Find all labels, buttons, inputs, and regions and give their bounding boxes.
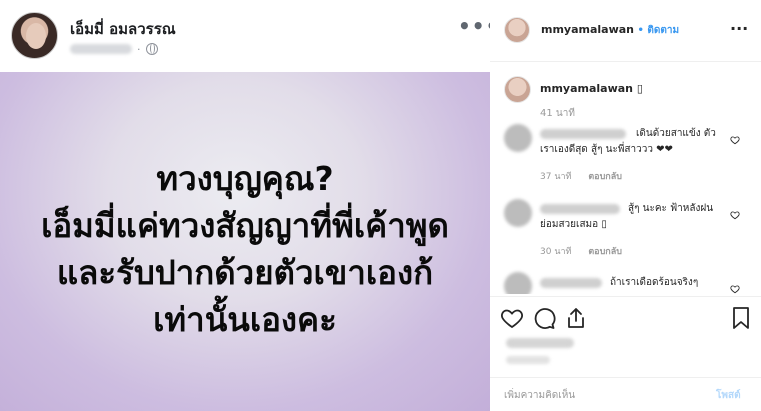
- commenter-avatar-blurred[interactable]: [504, 272, 532, 294]
- post-meta: ·: [70, 42, 158, 56]
- image-text-line: เท่านั้นเองคะ: [153, 300, 337, 339]
- comment-text: เดินด้วยสาแข้ง ตัวเราเองดีสุด สู้ๆ นะพี่…: [540, 128, 716, 155]
- profile-username[interactable]: mmyamalawan: [541, 23, 634, 36]
- caption-header: mmyamalawan ▯: [540, 82, 643, 95]
- instagram-panel: mmyamalawan • ติดตาม ··· mmyamalawan ▯ 4…: [490, 0, 761, 411]
- author-name[interactable]: เอ็มมี่ อมลวรรณ: [70, 17, 176, 41]
- author-avatar[interactable]: [11, 12, 58, 59]
- add-comment-input[interactable]: [504, 387, 694, 403]
- comment-text: สู้ๆ นะคะ ฟ้าหลังฝนย่อมสวยเสมอ ▯: [540, 203, 714, 230]
- bookmark-icon[interactable]: [729, 306, 753, 330]
- image-text-line: ทวงบุญคุณ?: [156, 159, 334, 198]
- post-header: เอ็มมี่ อมลวรรณ · •••: [0, 0, 498, 72]
- globe-icon: [145, 43, 158, 55]
- follow-separator: •: [634, 25, 648, 36]
- comments-list[interactable]: mmyamalawan ▯ 41 นาที เดินด้วยสาแข้ง ตัว…: [490, 62, 761, 294]
- caption-username[interactable]: mmyamalawan: [540, 82, 633, 95]
- image-text-line: เอ็มมี่แค่ทวงสัญญาที่พี่เค้าพูด: [41, 206, 449, 245]
- comment-time: 37 นาที: [540, 172, 572, 182]
- post-time-blurred: [506, 356, 550, 364]
- post-image[interactable]: ทวงบุญคุณ? เอ็มมี่แค่ทวงสัญญาที่พี่เค้าพ…: [0, 72, 490, 411]
- image-text: ทวงบุญคุณ? เอ็มมี่แค่ทวงสัญญาที่พี่เค้าพ…: [0, 155, 490, 343]
- caption-emoji: ▯: [636, 82, 643, 95]
- commenter-avatar-blurred[interactable]: [504, 124, 532, 152]
- comment-icon[interactable]: [532, 306, 556, 330]
- comment-time: 30 นาที: [540, 247, 572, 257]
- like-comment-icon[interactable]: [730, 135, 740, 145]
- ig-header-text: mmyamalawan • ติดตาม: [541, 23, 679, 38]
- follow-button[interactable]: ติดตาม: [647, 25, 679, 36]
- likes-count-blurred[interactable]: [506, 338, 574, 348]
- more-options-icon[interactable]: ···: [730, 19, 748, 38]
- comment-meta: 37 นาที ตอบกลับ: [540, 169, 636, 183]
- ig-header: mmyamalawan • ติดตาม ···: [490, 0, 761, 62]
- reply-button[interactable]: ตอบกลับ: [588, 172, 622, 182]
- heart-icon[interactable]: [500, 306, 524, 330]
- commenter-avatar-blurred[interactable]: [504, 199, 532, 227]
- comment-meta: 30 นาที ตอบกลับ: [540, 244, 636, 258]
- caption-avatar[interactable]: [504, 76, 531, 103]
- action-bar: [490, 296, 761, 338]
- meta-separator: ·: [137, 42, 141, 56]
- facebook-post: เอ็มมี่ อมลวรรณ · ••• ทวงบุญคุณ? เอ็มมี่…: [0, 0, 498, 411]
- share-icon[interactable]: [564, 306, 588, 330]
- caption-time: 41 นาที: [540, 108, 575, 119]
- reply-button[interactable]: ตอบกลับ: [588, 247, 622, 257]
- add-comment-bar: โพสต์: [490, 377, 761, 411]
- post-date-blurred[interactable]: [70, 44, 132, 54]
- profile-avatar[interactable]: [504, 17, 530, 43]
- post-comment-button[interactable]: โพสต์: [716, 388, 741, 403]
- like-comment-icon[interactable]: [730, 210, 740, 220]
- comment-text: ถ้าเราเดือดร้อนจริงๆ: [610, 277, 699, 288]
- image-text-line: และรับปากด้วยตัวเขาเองก้: [56, 253, 434, 292]
- like-comment-icon[interactable]: [730, 284, 740, 294]
